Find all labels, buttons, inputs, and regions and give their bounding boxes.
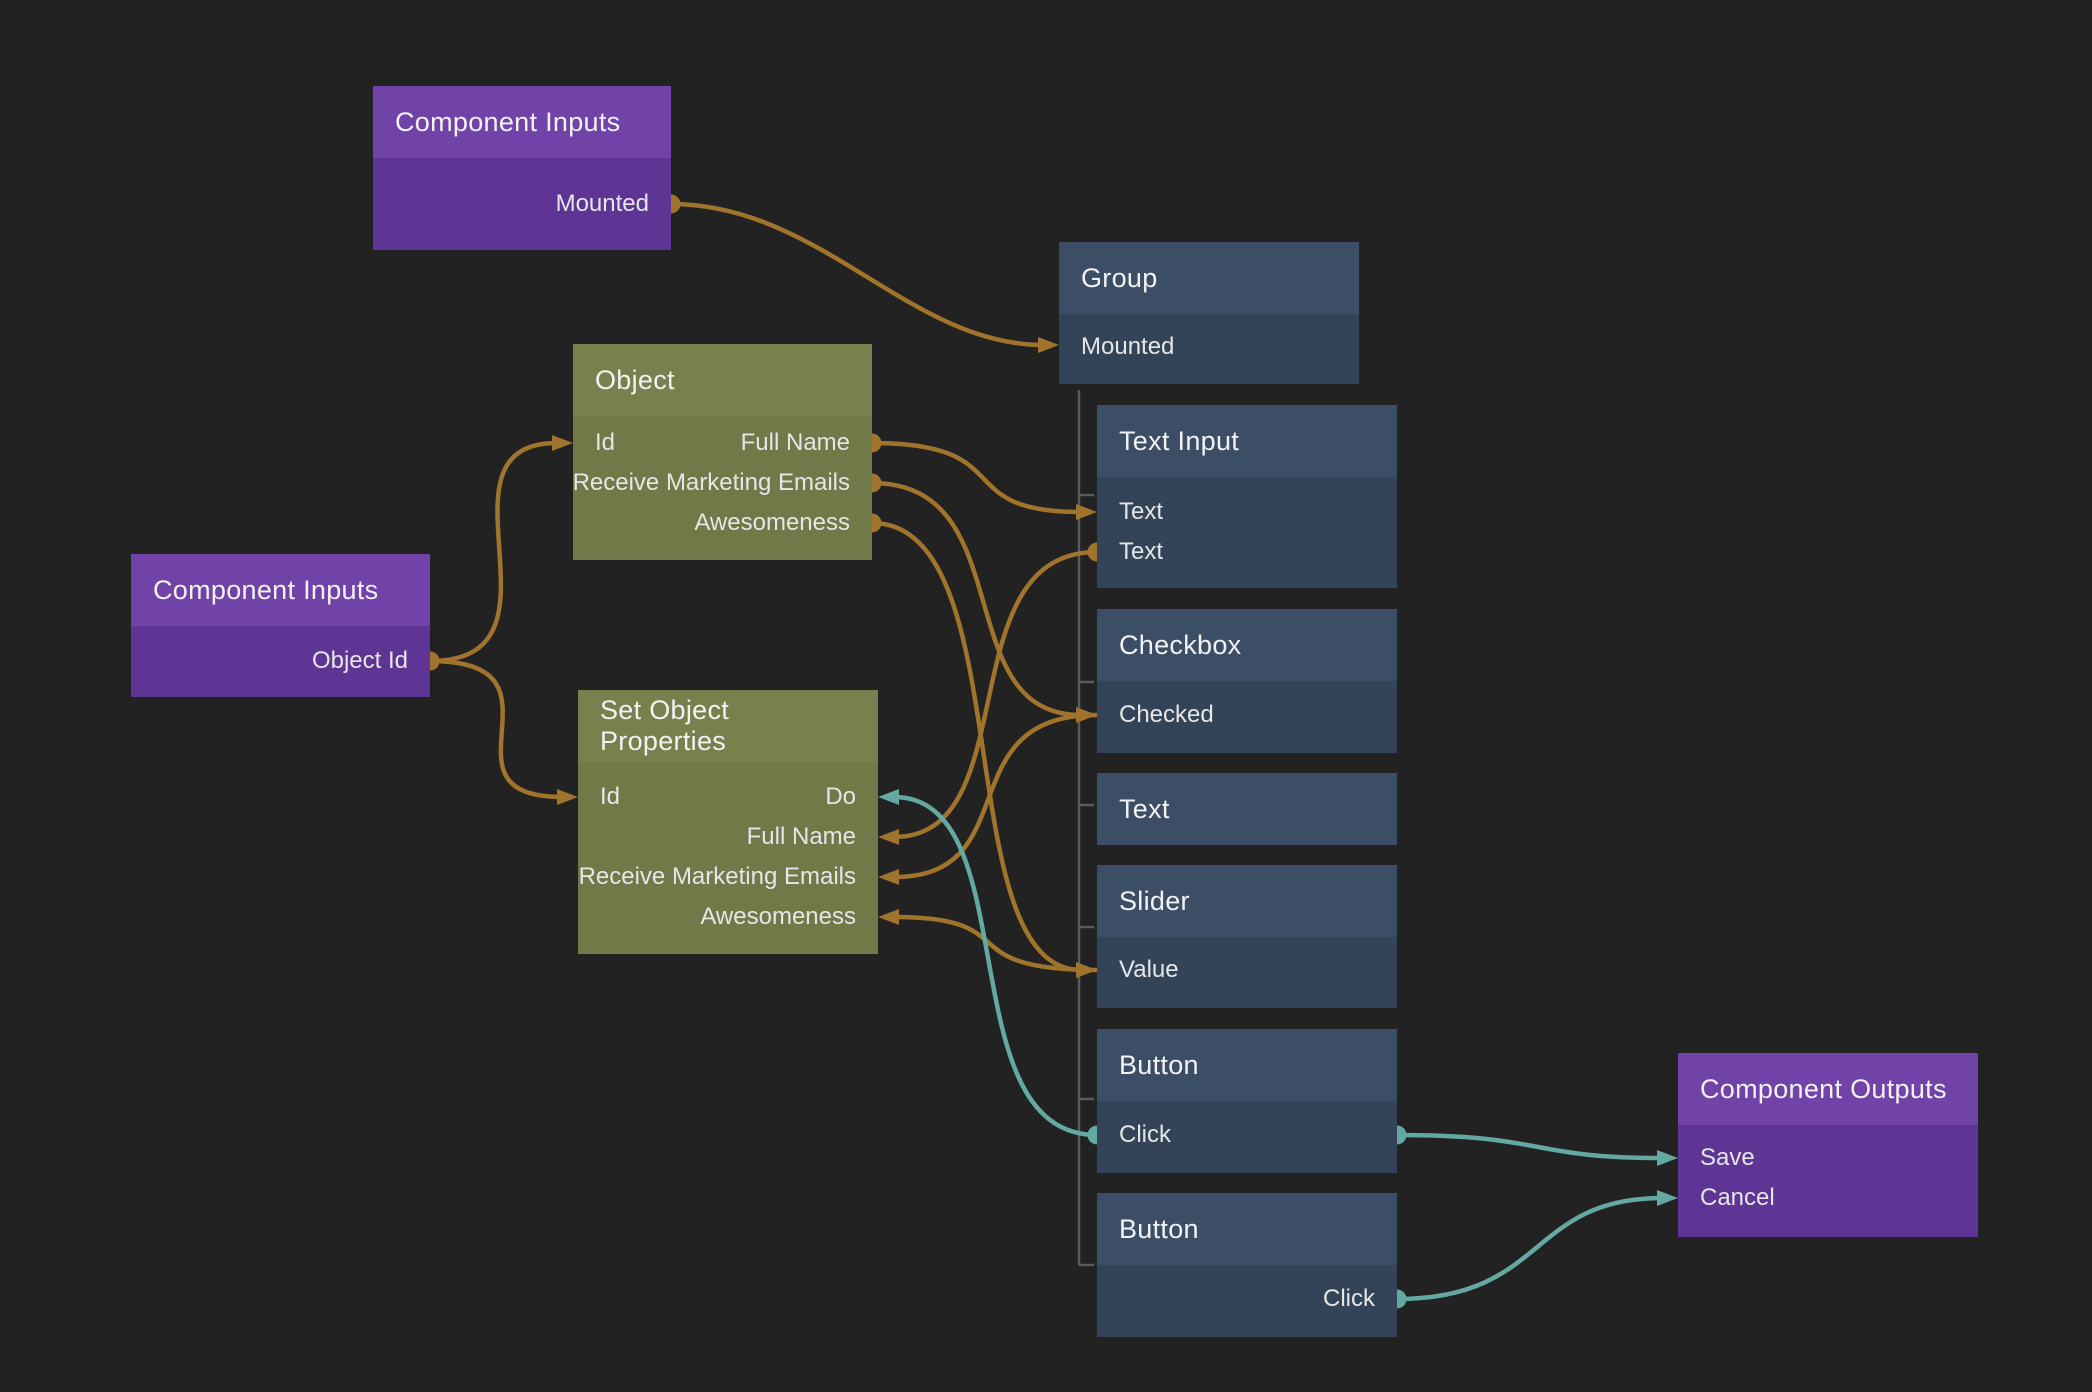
wire-arrowhead bbox=[878, 789, 899, 805]
wire-arrowhead bbox=[552, 435, 573, 451]
port-do[interactable]: Do bbox=[825, 783, 856, 811]
port-row: Receive Marketing Emails bbox=[573, 463, 872, 503]
port-row: Cancel bbox=[1678, 1178, 1978, 1218]
port-awesomeness[interactable]: Awesomeness bbox=[700, 903, 856, 931]
wire-arrowhead bbox=[878, 869, 899, 885]
node-component-inputs-top[interactable]: Component Inputs Mounted bbox=[373, 86, 671, 250]
node-title: Text bbox=[1097, 773, 1397, 845]
port-full-name[interactable]: Full Name bbox=[747, 823, 856, 851]
port-mounted[interactable]: Mounted bbox=[556, 190, 649, 218]
port-full-name[interactable]: Full Name bbox=[741, 429, 850, 457]
port-row: Awesomeness bbox=[573, 503, 872, 543]
port-click[interactable]: Click bbox=[1323, 1285, 1375, 1313]
port-awesomeness[interactable]: Awesomeness bbox=[694, 509, 850, 537]
port-row: Mounted bbox=[1059, 327, 1359, 367]
port-cancel[interactable]: Cancel bbox=[1700, 1184, 1775, 1212]
port-row: Click bbox=[1097, 1279, 1397, 1319]
port-row: Text bbox=[1097, 492, 1397, 532]
node-group[interactable]: Group Mounted bbox=[1059, 242, 1359, 384]
port-save[interactable]: Save bbox=[1700, 1144, 1755, 1172]
port-row: Full Name bbox=[578, 817, 878, 857]
wire-arrowhead bbox=[1038, 337, 1059, 353]
wire-arrowhead bbox=[1076, 504, 1097, 520]
wire-text_input.text_2-to-set_object_properties.full_name[interactable] bbox=[894, 552, 1097, 837]
node-button-save[interactable]: Button Click bbox=[1097, 1029, 1397, 1173]
node-title: Button bbox=[1097, 1193, 1397, 1265]
port-row: Mounted bbox=[373, 184, 671, 224]
node-title: Text Input bbox=[1097, 405, 1397, 477]
node-title: Component Inputs bbox=[131, 554, 430, 626]
node-title: Group bbox=[1059, 242, 1359, 314]
wire-arrowhead bbox=[557, 789, 578, 805]
wire-object.receive_marketing_emails-to-checkbox.checked[interactable] bbox=[872, 483, 1081, 715]
port-id[interactable]: Id bbox=[600, 783, 620, 811]
node-component-outputs[interactable]: Component Outputs Save Cancel bbox=[1678, 1053, 1978, 1237]
node-title: Component Outputs bbox=[1678, 1053, 1978, 1125]
wire-checkbox.checked-to-set_object_properties.receive_marketing_emails[interactable] bbox=[894, 715, 1097, 877]
node-graph-canvas[interactable]: Component Inputs Mounted Group Mounted O… bbox=[0, 0, 2092, 1392]
wire-arrowhead bbox=[878, 829, 899, 845]
wire-ci_top.mounted-to-group.mounted[interactable] bbox=[671, 204, 1043, 345]
node-set-object-properties[interactable]: Set Object Properties Id Do Full Name Re… bbox=[578, 690, 878, 954]
wire-ci_left.object_id-to-set_object_properties.id[interactable] bbox=[430, 661, 562, 797]
port-text-input[interactable]: Text bbox=[1119, 498, 1163, 526]
port-object-id[interactable]: Object Id bbox=[312, 647, 408, 675]
node-button-cancel[interactable]: Button Click bbox=[1097, 1193, 1397, 1337]
port-click[interactable]: Click bbox=[1119, 1121, 1171, 1149]
node-title: Button bbox=[1097, 1029, 1397, 1101]
node-title: Component Inputs bbox=[373, 86, 671, 158]
wire-arrowhead bbox=[878, 909, 899, 925]
node-text-input[interactable]: Text Input Text Text bbox=[1097, 405, 1397, 588]
wire-slider.value-to-set_object_properties.awesomeness[interactable] bbox=[894, 917, 1097, 970]
port-row: Receive Marketing Emails bbox=[578, 857, 878, 897]
node-title: Object bbox=[573, 344, 872, 416]
port-row: Checked bbox=[1097, 695, 1397, 735]
port-id[interactable]: Id bbox=[595, 429, 615, 457]
node-title: Set Object Properties bbox=[578, 690, 878, 762]
port-checked[interactable]: Checked bbox=[1119, 701, 1214, 729]
wire-arrowhead bbox=[1657, 1150, 1678, 1166]
port-receive-marketing-emails[interactable]: Receive Marketing Emails bbox=[573, 469, 850, 497]
port-row: Click bbox=[1097, 1115, 1397, 1155]
wire-object.full_name-to-text_input.text_1[interactable] bbox=[872, 443, 1081, 512]
wire-ci_left.object_id-to-object.id[interactable] bbox=[430, 443, 557, 661]
hierarchy-ticks bbox=[1079, 495, 1094, 1265]
port-mounted[interactable]: Mounted bbox=[1081, 333, 1174, 361]
port-row: Id Do bbox=[578, 777, 878, 817]
wire-button_1.click_right-to-component_outputs.save[interactable] bbox=[1397, 1135, 1662, 1158]
wire-arrowhead bbox=[1657, 1190, 1678, 1206]
port-row: Object Id bbox=[131, 641, 430, 681]
node-object[interactable]: Object Id Full Name Receive Marketing Em… bbox=[573, 344, 872, 560]
port-row: Value bbox=[1097, 950, 1397, 990]
node-text[interactable]: Text bbox=[1097, 773, 1397, 845]
port-text-output[interactable]: Text bbox=[1119, 538, 1163, 566]
node-title: Slider bbox=[1097, 865, 1397, 937]
port-receive-marketing-emails[interactable]: Receive Marketing Emails bbox=[579, 863, 856, 891]
node-checkbox[interactable]: Checkbox Checked bbox=[1097, 609, 1397, 753]
node-slider[interactable]: Slider Value bbox=[1097, 865, 1397, 1008]
node-component-inputs-left[interactable]: Component Inputs Object Id bbox=[131, 554, 430, 697]
port-row: Awesomeness bbox=[578, 897, 878, 937]
port-row: Text bbox=[1097, 532, 1397, 572]
port-row: Id Full Name bbox=[573, 423, 872, 463]
port-row: Save bbox=[1678, 1138, 1978, 1178]
node-title: Checkbox bbox=[1097, 609, 1397, 681]
wire-button_2.click-to-component_outputs.cancel[interactable] bbox=[1397, 1198, 1662, 1299]
port-value[interactable]: Value bbox=[1119, 956, 1179, 984]
